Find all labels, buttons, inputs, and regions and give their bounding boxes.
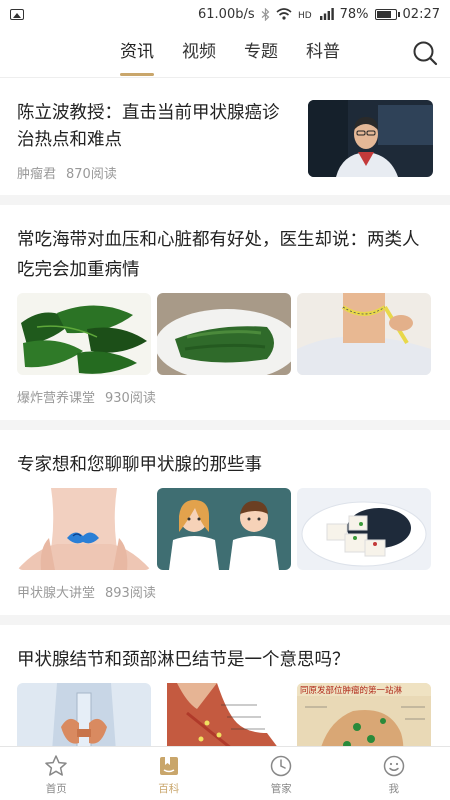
article-thumbnails xyxy=(17,488,433,570)
neck-lymph-image[interactable] xyxy=(157,683,291,746)
doctors-cartoon-image[interactable] xyxy=(157,488,291,570)
tab-science[interactable]: 科普 xyxy=(306,28,340,78)
kelp-image[interactable] xyxy=(157,293,291,375)
article-reads: 893阅读 xyxy=(105,586,156,601)
nav-me[interactable]: 我 xyxy=(338,747,450,800)
bluetooth-icon xyxy=(261,7,270,21)
lymph-diagram-image[interactable]: 同原发部位肿瘤的第一站淋 xyxy=(297,683,431,746)
tab-news[interactable]: 资讯 xyxy=(120,28,154,78)
thyroid-anatomy-image[interactable] xyxy=(17,683,151,746)
seaweed-image[interactable] xyxy=(17,293,151,375)
network-speed: 61.00b/s xyxy=(198,6,255,22)
article-thumbnail[interactable] xyxy=(308,100,433,177)
status-bar: 61.00b/s HD 78% 02:27 xyxy=(0,0,450,28)
signal-icon xyxy=(319,8,334,20)
article-meta: 肿瘤君 870阅读 xyxy=(17,163,294,182)
battery-percent: 78% xyxy=(339,6,369,22)
smile-icon xyxy=(383,755,404,777)
wifi-icon xyxy=(276,8,292,20)
book-icon xyxy=(159,757,178,775)
article-meta: 爆炸营养课堂 930阅读 xyxy=(17,387,433,420)
nav-label: 百科 xyxy=(158,783,180,795)
article-source: 爆炸营养课堂 xyxy=(17,391,96,406)
nav-manager[interactable]: 管家 xyxy=(225,747,338,800)
top-nav: 资讯 视频 专题 科普 xyxy=(0,28,450,78)
article-source: 肿瘤君 xyxy=(17,167,57,182)
article-card[interactable]: 陈立波教授：直击当前甲状腺癌诊治热点和难点 肿瘤君 870阅读 xyxy=(0,78,450,205)
article-reads: 930阅读 xyxy=(105,391,156,406)
nav-home[interactable]: 首页 xyxy=(0,747,113,800)
search-icon[interactable] xyxy=(412,40,438,66)
article-card[interactable]: 常吃海带对血压和心脏都有好处，医生却说：两类人吃完会加重病情 爆炸营养课堂 93… xyxy=(0,205,450,430)
article-title[interactable]: 甲状腺结节和颈部淋巴结节是一个意思吗？ xyxy=(17,645,433,675)
article-card[interactable]: 甲状腺结节和颈部淋巴结节是一个意思吗？ 同原发部位肿瘤的第一站淋 xyxy=(0,625,450,746)
article-card[interactable]: 专家想和您聊聊甲状腺的那些事 甲状腺大讲堂 893阅读 xyxy=(0,430,450,625)
article-title[interactable]: 专家想和您聊聊甲状腺的那些事 xyxy=(17,450,433,480)
tab-video[interactable]: 视频 xyxy=(182,28,216,78)
nav-encyclopedia[interactable]: 百科 xyxy=(113,747,226,800)
image-notification-icon xyxy=(10,8,24,20)
article-title[interactable]: 陈立波教授：直击当前甲状腺癌诊治热点和难点 xyxy=(17,100,294,154)
category-tabs: 资讯 视频 专题 科普 xyxy=(120,28,340,78)
tab-topics[interactable]: 专题 xyxy=(244,28,278,78)
nav-label: 管家 xyxy=(270,783,292,795)
nav-label: 首页 xyxy=(45,783,67,795)
article-feed[interactable]: 陈立波教授：直击当前甲状腺癌诊治热点和难点 肿瘤君 870阅读 常吃海带对血压和… xyxy=(0,78,450,746)
clock-time: 02:27 xyxy=(402,6,440,22)
battery-icon xyxy=(374,8,400,20)
thyroid-neck-image[interactable] xyxy=(17,488,151,570)
neck-measure-image[interactable] xyxy=(297,293,431,375)
nav-label: 我 xyxy=(388,783,400,795)
bottom-nav: 首页 百科 管家 我 xyxy=(0,746,450,800)
tofu-seaweed-image[interactable] xyxy=(297,488,431,570)
diagram-heading: 同原发部位肿瘤的第一站淋 xyxy=(300,685,403,696)
article-thumbnails: 同原发部位肿瘤的第一站淋 xyxy=(17,683,433,746)
star-icon xyxy=(45,755,67,776)
clock-icon xyxy=(271,755,292,777)
hd-icon: HD xyxy=(298,11,312,20)
svg-text:HD: HD xyxy=(298,11,312,20)
article-source: 甲状腺大讲堂 xyxy=(17,586,96,601)
article-title[interactable]: 常吃海带对血压和心脏都有好处，医生却说：两类人吃完会加重病情 xyxy=(17,225,433,285)
article-reads: 870阅读 xyxy=(66,167,117,182)
article-meta: 甲状腺大讲堂 893阅读 xyxy=(17,582,433,615)
article-thumbnails xyxy=(17,293,433,375)
